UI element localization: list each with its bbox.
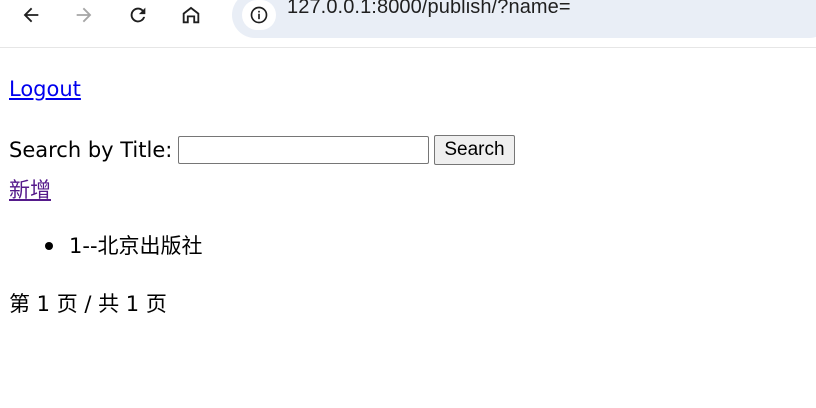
add-publisher-link[interactable]: 新增 bbox=[9, 174, 51, 204]
publisher-list: 1--北京出版社 bbox=[9, 231, 203, 261]
site-info-button[interactable] bbox=[242, 0, 276, 30]
list-item-text: 1--北京出版社 bbox=[69, 234, 203, 258]
search-label: Search by Title: bbox=[9, 138, 173, 162]
search-button[interactable]: Search bbox=[434, 135, 515, 165]
address-url[interactable]: 127.0.0.1:8000/publish/?name= bbox=[287, 0, 571, 19]
home-button[interactable] bbox=[171, 0, 211, 30]
home-icon bbox=[182, 6, 200, 24]
bullet-icon bbox=[45, 242, 53, 250]
reload-button[interactable] bbox=[118, 0, 158, 30]
back-button[interactable] bbox=[11, 0, 51, 30]
search-title-input[interactable] bbox=[178, 136, 430, 164]
logout-link[interactable]: Logout bbox=[9, 77, 81, 101]
forward-arrow-icon bbox=[76, 7, 92, 23]
pagination-status: 第 1 页 / 共 1 页 bbox=[9, 292, 167, 316]
forward-button[interactable] bbox=[64, 0, 104, 30]
address-bar[interactable]: 127.0.0.1:8000/publish/?name= bbox=[232, 0, 816, 38]
site-info-icon bbox=[250, 6, 268, 24]
list-item: 1--北京出版社 bbox=[9, 231, 203, 261]
back-arrow-icon bbox=[23, 7, 39, 23]
reload-icon bbox=[130, 7, 146, 23]
search-form: Search by Title: Search bbox=[9, 135, 515, 165]
browser-toolbar: 127.0.0.1:8000/publish/?name= bbox=[0, 0, 816, 48]
